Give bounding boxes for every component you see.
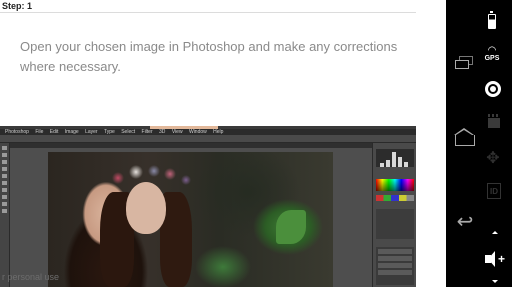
android-system-bar: ◠ GPS ✥ ID ↩ + [446,0,512,287]
battery-icon [485,10,499,32]
step-header: Step: 1 [0,0,416,13]
tutorial-content: Step: 1 Open your chosen image in Photos… [0,0,446,287]
layer-row [378,256,412,261]
layer-row [378,249,412,254]
color-spectrum-panel [376,179,414,191]
photo-leaf [276,210,306,244]
tool-icon [2,181,7,185]
tool-icon [2,146,7,150]
camera-icon[interactable] [484,80,502,98]
tool-icon [2,153,7,157]
step-label: Step: 1 [2,1,33,11]
scroll-down-icon[interactable] [491,278,499,284]
clapper-icon[interactable] [487,114,501,130]
instruction-text: Open your chosen image in Photoshop and … [20,39,398,74]
recent-apps-icon[interactable] [453,54,475,70]
layer-row [378,263,412,268]
adjustments-panel [376,209,414,239]
photoshop-screenshot: Photoshop File Edit Image Layer Type Sel… [0,126,416,287]
tool-icon [2,188,7,192]
gps-icon[interactable]: ◠ GPS [482,44,502,66]
portrait-photo [48,152,333,287]
layer-row [378,270,412,275]
tool-icon [2,174,7,178]
watermark-text: r personal use [2,272,60,282]
photoshop-canvas-area [10,148,372,287]
tool-icon [2,209,7,213]
back-icon[interactable]: ↩ [453,211,477,231]
histogram-bar [380,163,384,167]
histogram-panel [376,149,414,167]
histogram-bar [398,157,402,167]
dpad-icon[interactable]: ✥ [484,148,502,167]
histogram-bar [392,152,396,167]
photoshop-toolbox [0,143,10,287]
id-label: ID [487,183,501,199]
scroll-up-icon[interactable] [491,229,499,235]
tool-icon [2,195,7,199]
tool-icon [2,202,7,206]
volume-up-icon[interactable]: + [483,250,507,268]
swatches-panel [376,195,414,201]
photo-flower-crown [108,164,203,190]
histogram-bar [404,162,408,167]
photoshop-options-bar [0,135,416,143]
histogram-bar [386,160,390,167]
gps-label: GPS [484,55,500,62]
volume-plus-label: + [497,252,505,266]
home-icon[interactable] [453,127,477,148]
layers-panel [376,247,414,285]
id-icon[interactable]: ID [486,182,502,200]
photoshop-panels [372,143,416,287]
tool-icon [2,160,7,164]
tool-icon [2,167,7,171]
